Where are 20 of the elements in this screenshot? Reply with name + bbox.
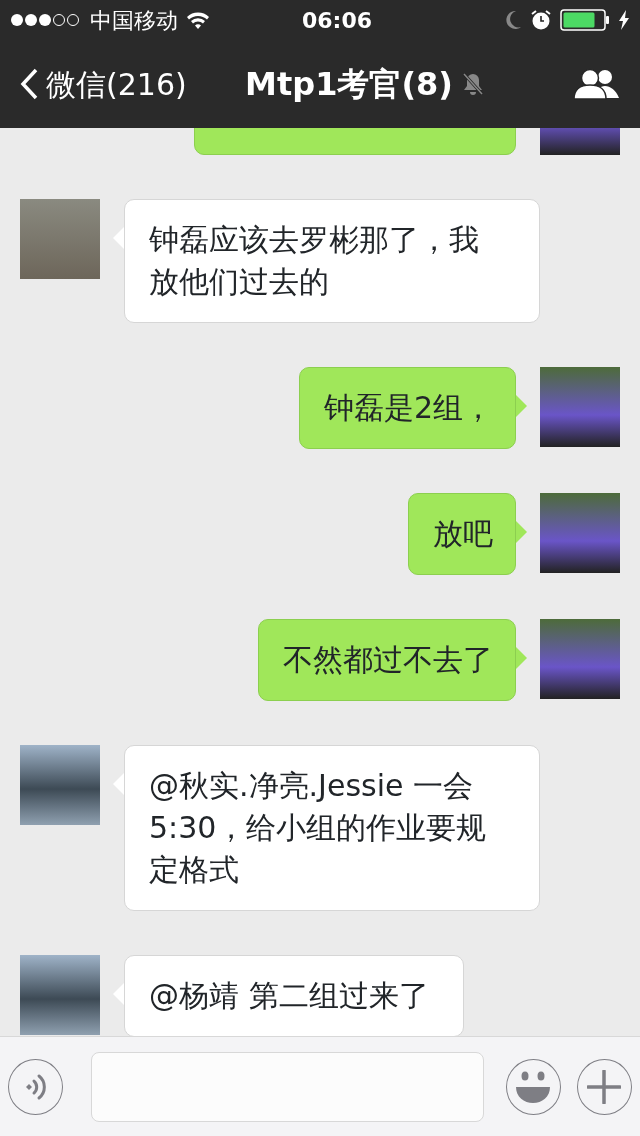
plus-icon — [587, 1069, 622, 1104]
back-chevron-icon — [20, 68, 38, 100]
avatar-photo-placeholder[interactable] — [540, 619, 620, 699]
battery-icon — [560, 9, 610, 31]
chat-title: Mtp1考官(8) — [245, 64, 453, 105]
avatar-photo-placeholder[interactable] — [20, 745, 100, 825]
smiley-icon — [515, 1069, 552, 1104]
charging-icon — [618, 10, 630, 30]
alarm-icon — [530, 9, 552, 31]
avatar-photo-placeholder[interactable] — [540, 367, 620, 447]
message-input[interactable] — [91, 1051, 484, 1122]
avatar-photo-placeholder[interactable] — [20, 955, 100, 1035]
clock-time: 06:06 — [301, 6, 373, 35]
back-button[interactable]: 微信(216) — [20, 61, 210, 107]
avatar-photo-placeholder[interactable] — [540, 493, 620, 573]
moon-icon — [504, 10, 522, 30]
signal-icon — [10, 13, 82, 27]
group-members-icon[interactable] — [574, 68, 620, 100]
wifi-icon — [186, 11, 210, 29]
carrier-name: 中国移动 — [90, 6, 178, 35]
